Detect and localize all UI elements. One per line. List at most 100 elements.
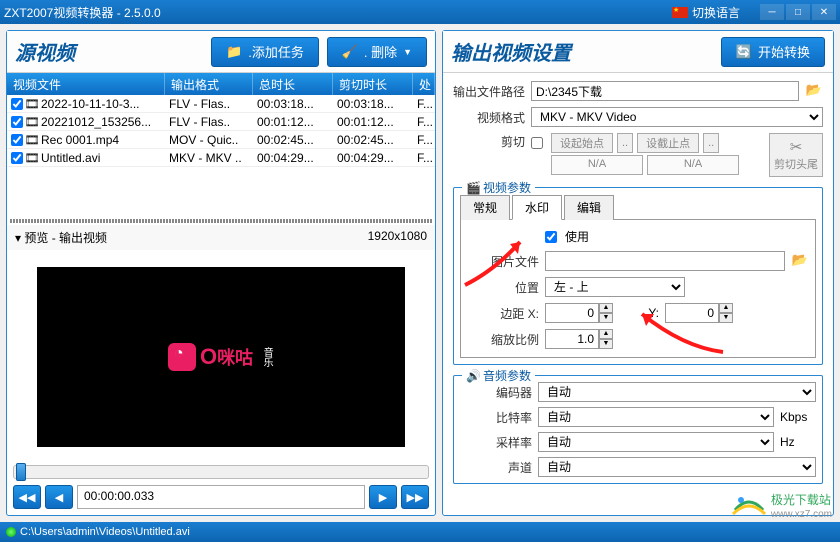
video-format-label: 视频格式 (453, 109, 525, 126)
video-params-label: 视频参数 (483, 179, 531, 196)
row-checkbox[interactable] (11, 98, 23, 110)
table-row[interactable]: 🎞Untitled.aviMKV - MKV ..00:04:29...00:0… (7, 149, 435, 167)
start-convert-button[interactable]: 🔄 开始转换 (721, 37, 825, 67)
channel-select[interactable]: 自动 (538, 457, 816, 477)
table-row[interactable]: 🎞20221012_153256...FLV - Flas..00:01:12.… (7, 113, 435, 131)
migu-logo-icon (168, 343, 196, 371)
kbps-unit: Kbps (780, 410, 816, 424)
video-file-icon: 🎞 (25, 151, 39, 165)
margin-y-label: Y: (619, 306, 659, 320)
source-title: 源视频 (15, 37, 75, 66)
split-handle[interactable] (10, 219, 432, 223)
row-total: 00:01:12... (253, 113, 333, 130)
file-name: 20221012_153256... (41, 115, 151, 129)
file-name: Rec 0001.mp4 (41, 133, 119, 147)
row-cut: 00:02:45... (333, 131, 413, 148)
margin-label: 边距 X: (467, 305, 539, 322)
col-total[interactable]: 总时长 (253, 73, 333, 95)
seek-slider[interactable] (13, 465, 429, 479)
row-cut: 00:03:18... (333, 95, 413, 112)
cut-start-value: N/A (551, 155, 643, 175)
dots-1[interactable]: .. (617, 133, 633, 153)
set-end-button[interactable]: 设截止点 (637, 133, 699, 153)
watermark-logo-icon (731, 490, 767, 520)
use-label: 使用 (565, 228, 589, 245)
seek-thumb[interactable] (16, 463, 26, 481)
status-indicator-icon (6, 527, 16, 537)
prev-button[interactable]: ◀◀ (13, 485, 41, 509)
tab-general[interactable]: 常规 (460, 195, 510, 220)
row-cut: 00:01:12... (333, 113, 413, 130)
migu-logo-cn: 音乐 (259, 347, 274, 367)
trim-label: 剪切头尾 (774, 156, 818, 172)
audio-icon: 🔊 (466, 369, 481, 383)
site-watermark: 极光下载站www.xz7.com (731, 490, 832, 520)
window-title: ZXT2007视频转换器 - 2.5.0.0 (4, 4, 672, 21)
lang-label: 切换语言 (692, 4, 740, 21)
dots-2[interactable]: .. (703, 133, 719, 153)
bitrate-select[interactable]: 自动 (538, 407, 774, 427)
table-row[interactable]: 🎞Rec 0001.mp4MOV - Quic..00:02:45...00:0… (7, 131, 435, 149)
chevron-down-icon: ▼ (403, 47, 412, 57)
video-file-icon: 🎞 (25, 115, 39, 129)
col-proc[interactable]: 处 (413, 73, 435, 95)
file-name: Untitled.avi (41, 151, 100, 165)
cut-checkbox[interactable] (531, 137, 543, 149)
margin-y-spinner[interactable]: ▲▼ (665, 303, 733, 323)
col-file[interactable]: 视频文件 (7, 73, 165, 95)
video-file-icon: 🎞 (25, 97, 39, 111)
pic-file-label: 图片文件 (467, 253, 539, 270)
scale-label: 缩放比例 (467, 331, 539, 348)
flag-icon (672, 7, 688, 18)
col-format[interactable]: 输出格式 (165, 73, 253, 95)
samplerate-select[interactable]: 自动 (538, 432, 774, 452)
maximize-button[interactable]: □ (786, 4, 810, 20)
margin-x-spinner[interactable]: ▲▼ (545, 303, 613, 323)
position-label: 位置 (467, 279, 539, 296)
video-format-select[interactable]: MKV - MKV Video (531, 107, 823, 127)
output-path-input[interactable] (531, 81, 799, 101)
tab-edit[interactable]: 编辑 (564, 195, 614, 220)
next-button[interactable]: ▶▶ (401, 485, 429, 509)
col-cut[interactable]: 剪切时长 (333, 73, 413, 95)
set-start-button[interactable]: 设起始点 (551, 133, 613, 153)
cut-end-value: N/A (647, 155, 739, 175)
bitrate-label: 比特率 (460, 409, 532, 426)
preview-resolution: 1920x1080 (368, 229, 427, 246)
row-proc: F... (413, 113, 435, 130)
minimize-button[interactable]: ─ (760, 4, 784, 20)
scissors-icon: ✂ (790, 138, 803, 156)
trim-button[interactable]: ✂ 剪切头尾 (769, 133, 823, 177)
encoder-select[interactable]: 自动 (538, 382, 816, 402)
pic-file-input[interactable] (545, 251, 785, 271)
close-button[interactable]: ✕ (812, 4, 836, 20)
row-checkbox[interactable] (11, 134, 23, 146)
row-format: MKV - MKV .. (165, 149, 253, 166)
row-checkbox[interactable] (11, 152, 23, 164)
position-select[interactable]: 左 - 上 (545, 277, 685, 297)
table-row[interactable]: 🎞2022-10-11-10-3...FLV - Flas..00:03:18.… (7, 95, 435, 113)
play-button[interactable]: ▶ (369, 485, 397, 509)
encoder-label: 编码器 (460, 384, 532, 401)
row-cut: 00:04:29... (333, 149, 413, 166)
cut-label: 剪切 (453, 133, 525, 150)
tab-watermark[interactable]: 水印 (512, 195, 562, 220)
preview-label: ▾ 预览 - 输出视频 (15, 229, 107, 246)
add-task-button[interactable]: 📁 .添加任务 (211, 37, 319, 67)
use-watermark-checkbox[interactable] (545, 231, 557, 243)
add-task-label: .添加任务 (248, 42, 304, 61)
browse-path-icon[interactable]: 📂 (805, 82, 823, 100)
step-back-button[interactable]: ◀ (45, 485, 73, 509)
video-preview[interactable]: O咪咕 音乐 (37, 267, 405, 447)
output-path-label: 输出文件路径 (453, 83, 525, 100)
row-total: 00:03:18... (253, 95, 333, 112)
delete-button[interactable]: 🧹 . 删除 ▼ (327, 37, 427, 67)
delete-label: . 删除 (364, 42, 397, 61)
migu-logo-text: O咪咕 (200, 344, 253, 370)
audio-params-label: 音频参数 (483, 367, 531, 384)
switch-language[interactable]: 切换语言 (672, 4, 740, 21)
row-total: 00:04:29... (253, 149, 333, 166)
browse-pic-icon[interactable]: 📂 (791, 252, 809, 270)
scale-spinner[interactable]: ▲▼ (545, 329, 613, 349)
row-checkbox[interactable] (11, 116, 23, 128)
